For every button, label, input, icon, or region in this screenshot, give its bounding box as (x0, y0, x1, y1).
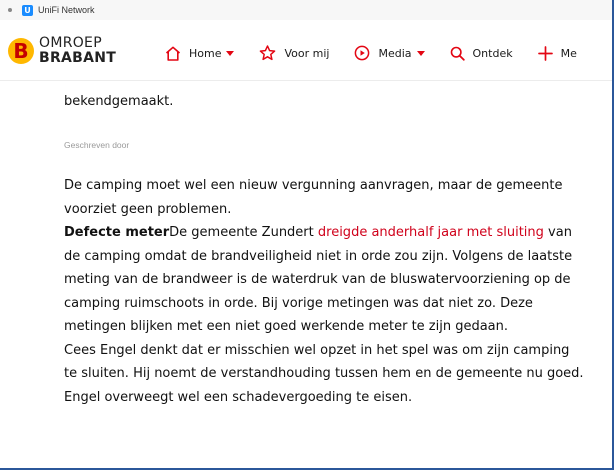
paragraph-cees-engel: Cees Engel denkt dat er misschien wel op… (64, 342, 584, 405)
nav-item-home[interactable]: Home (165, 46, 235, 61)
star-icon (260, 45, 276, 61)
nav-label-media: Media (378, 46, 412, 60)
article-text: De camping moet wel een nieuw vergunning… (64, 174, 584, 409)
link-dreigde-sluiting[interactable]: dreigde anderhalf jaar met sluiting (318, 225, 544, 240)
main-nav: Home Voor mij Media Ontdek Me (165, 45, 602, 61)
house-icon (165, 46, 181, 61)
p2-text-after-link: van de camping omdat de brandveiligheid … (64, 225, 573, 334)
bookmark-bar: U UniFi Network (0, 0, 612, 21)
chevron-down-icon (416, 50, 425, 56)
chevron-down-icon (226, 50, 235, 56)
unifi-icon[interactable]: U (22, 4, 33, 16)
nav-item-meer[interactable]: Me (537, 45, 577, 61)
nav-item-media[interactable]: Media (354, 45, 425, 61)
search-icon (450, 46, 465, 61)
logo-wordmark: OMROEP BRABANT (39, 36, 116, 66)
nav-item-ontdek[interactable]: Ontdek (450, 46, 513, 61)
site-header: B OMROEP BRABANT Home Voor mij Media Ont… (0, 20, 612, 81)
byline-label: Geschreven door (64, 140, 130, 150)
nav-item-voor-mij[interactable]: Voor mij (259, 45, 329, 61)
nav-label-ontdek: Ontdek (472, 46, 513, 60)
p2-text-before-link: De gemeente Zundert (169, 225, 318, 240)
browser-viewport: U UniFi Network B OMROEP BRABANT Home Vo… (0, 0, 614, 470)
article-body: bekendgemaakt. Geschreven door De campin… (64, 80, 584, 409)
logo-mark-letter: B (13, 39, 29, 63)
logo-line-omroep: OMROEP (39, 35, 102, 51)
nav-label-meer: Me (560, 46, 577, 60)
bookmark-bar-dot (8, 8, 12, 12)
omroep-brabant-logo[interactable]: B OMROEP BRABANT (8, 36, 116, 66)
subheading-defecte-meter: Defecte meter (64, 225, 170, 240)
bookmark-unifi-network[interactable]: UniFi Network (38, 5, 95, 15)
logo-line-brabant: BRABANT (39, 50, 117, 66)
paragraph-camping: De camping moet wel een nieuw vergunning… (64, 178, 563, 217)
nav-label-home: Home (189, 46, 222, 60)
logo-b-icon: B (8, 38, 34, 64)
nav-label-voor-mij: Voor mij (284, 46, 330, 60)
paragraph-defecte-meter: Defecte meterDe gemeente Zundert dreigde… (64, 221, 584, 339)
plus-icon (537, 45, 553, 61)
lead-text-tail: bekendgemaakt. (64, 94, 174, 109)
play-circle-icon (355, 45, 370, 61)
